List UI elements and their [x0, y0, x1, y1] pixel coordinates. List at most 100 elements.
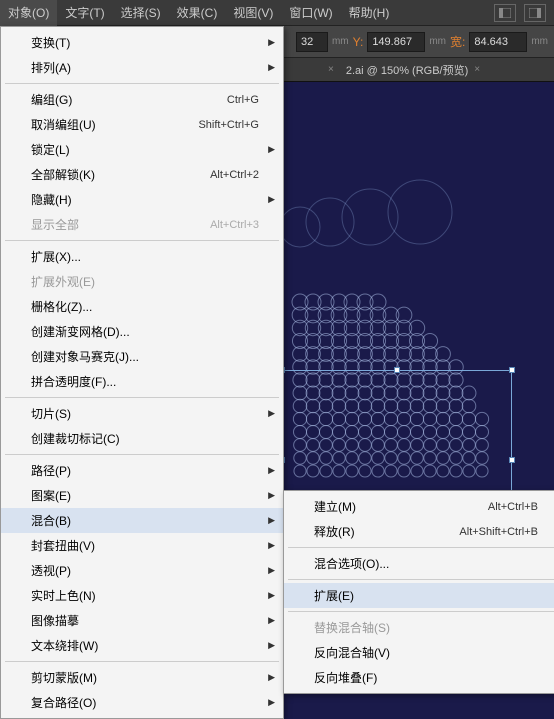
object-menu-item[interactable]: 栅格化(Z)... — [1, 294, 283, 319]
object-menu-item[interactable]: 路径(P)▶ — [1, 458, 283, 483]
submenu-arrow-icon: ▶ — [268, 515, 275, 526]
object-menu-item[interactable]: 创建裁切标记(C) — [1, 426, 283, 451]
object-menu-item[interactable]: 变换(T) ▶ — [1, 30, 283, 55]
menu-item-label: 栅格化(Z)... — [31, 298, 92, 315]
object-menu-item[interactable]: 隐藏(H) ▶ — [1, 187, 283, 212]
object-menu-dropdown: 变换(T)▶排列(A)▶编组(G)Ctrl+G取消编组(U)Shift+Ctrl… — [0, 26, 284, 719]
blend-submenu-item[interactable]: 反向混合轴(V) — [284, 640, 554, 665]
menu-item-label: 创建对象马赛克(J)... — [31, 348, 139, 365]
menu-item-label: 变换(T) — [31, 34, 70, 51]
menu-separator — [5, 240, 279, 241]
menu-window[interactable]: 窗口(W) — [281, 0, 340, 26]
object-menu-item[interactable]: 图案(E) ▶ — [1, 483, 283, 508]
menu-item-label: 图案(E) — [31, 487, 71, 504]
unit-label: mm — [332, 36, 349, 47]
menu-help[interactable]: 帮助(H) — [341, 0, 398, 26]
menu-item-label: 扩展外观(E) — [31, 273, 95, 290]
menu-item-label: 路径(P) — [31, 462, 71, 479]
menu-type[interactable]: 文字(T) — [57, 0, 112, 26]
submenu-arrow-icon: ▶ — [268, 615, 275, 626]
submenu-arrow-icon: ▶ — [268, 194, 275, 205]
object-menu-item[interactable]: 混合(B) ▶ — [1, 508, 283, 533]
blend-submenu-item[interactable]: 释放(R)Alt+Shift+Ctrl+B — [284, 519, 554, 544]
object-menu-item[interactable]: 拼合透明度(F)... — [1, 369, 283, 394]
menubar-icons — [494, 4, 554, 22]
y-input[interactable] — [367, 32, 425, 52]
menu-separator — [288, 579, 554, 580]
x-input[interactable] — [296, 32, 328, 52]
object-menu-item[interactable]: 创建渐变网格(D)... — [1, 319, 283, 344]
menu-separator — [5, 454, 279, 455]
object-menu-item[interactable]: 排列(A)▶ — [1, 55, 283, 80]
menu-separator — [5, 397, 279, 398]
y-label: Y: — [353, 35, 364, 49]
submenu-arrow-icon: ▶ — [268, 62, 275, 73]
menu-separator — [5, 83, 279, 84]
menu-item-label: 隐藏(H) — [31, 191, 72, 208]
submenu-arrow-icon: ▶ — [268, 144, 275, 155]
object-menu-item[interactable]: 封套扭曲(V)▶ — [1, 533, 283, 558]
menu-item-label: 全部解锁(K) — [31, 166, 95, 183]
menu-separator — [288, 611, 554, 612]
menu-item-label: 替换混合轴(S) — [314, 619, 390, 636]
layout-icon-2[interactable] — [524, 4, 546, 22]
menu-item-label: 创建渐变网格(D)... — [31, 323, 130, 340]
layout-icon-1[interactable] — [494, 4, 516, 22]
blend-submenu: 建立(M)Alt+Ctrl+B释放(R)Alt+Shift+Ctrl+B 混合选项… — [283, 490, 554, 694]
object-menu-item: 显示全部Alt+Ctrl+3 — [1, 212, 283, 237]
object-menu-item[interactable]: 实时上色(N) ▶ — [1, 583, 283, 608]
width-input[interactable] — [469, 32, 527, 52]
object-menu-item[interactable]: 扩展(X)... — [1, 244, 283, 269]
menu-item-label: 图像描摹 — [31, 612, 79, 629]
menubar: 对象(O) 文字(T) 选择(S) 效果(C) 视图(V) 窗口(W) 帮助(H… — [0, 0, 554, 26]
submenu-arrow-icon: ▶ — [268, 540, 275, 551]
menu-item-label: 反向混合轴(V) — [314, 644, 390, 661]
object-menu-item[interactable]: 创建对象马赛克(J)... — [1, 344, 283, 369]
object-menu-item[interactable]: 编组(G) Ctrl+G — [1, 87, 283, 112]
submenu-arrow-icon: ▶ — [268, 490, 275, 501]
menu-item-label: 创建裁切标记(C) — [31, 430, 120, 447]
menu-item-label: 扩展(X)... — [31, 248, 81, 265]
menu-effect[interactable]: 效果(C) — [169, 0, 226, 26]
menu-item-label: 取消编组(U) — [31, 116, 96, 133]
menu-item-label: 反向堆叠(F) — [314, 669, 377, 686]
menu-item-label: 拼合透明度(F)... — [31, 373, 116, 390]
object-menu-item[interactable]: 取消编组(U)Shift+Ctrl+G — [1, 112, 283, 137]
selection-handle[interactable] — [394, 367, 400, 373]
blend-submenu-item[interactable]: 反向堆叠(F) — [284, 665, 554, 690]
submenu-arrow-icon: ▶ — [268, 640, 275, 651]
menu-item-label: 编组(G) — [31, 91, 72, 108]
submenu-arrow-icon: ▶ — [268, 37, 275, 48]
unit-label: mm — [531, 36, 548, 47]
tab-title: 2.ai @ 150% (RGB/预览) — [346, 62, 468, 78]
menu-item-label: 混合选项(O)... — [314, 555, 389, 572]
object-menu-item[interactable]: 复合路径(O)▶ — [1, 690, 283, 715]
blend-submenu-item[interactable]: 扩展(E) — [284, 583, 554, 608]
menu-item-shortcut: Ctrl+G — [227, 94, 259, 106]
object-menu-item[interactable]: 全部解锁(K)Alt+Ctrl+2 — [1, 162, 283, 187]
menu-item-label: 混合(B) — [31, 512, 71, 529]
menu-select[interactable]: 选择(S) — [113, 0, 169, 26]
menu-item-label: 实时上色(N) — [31, 587, 96, 604]
menu-item-label: 释放(R) — [314, 523, 355, 540]
object-menu-item[interactable]: 文本绕排(W)▶ — [1, 633, 283, 658]
menu-item-shortcut: Alt+Ctrl+B — [488, 501, 538, 513]
menu-object[interactable]: 对象(O) — [0, 0, 57, 26]
object-menu-item[interactable]: 锁定(L)▶ — [1, 137, 283, 162]
selection-handle[interactable] — [509, 367, 515, 373]
object-menu-item[interactable]: 透视(P)▶ — [1, 558, 283, 583]
object-menu-item[interactable]: 切片(S)▶ — [1, 401, 283, 426]
unit-label: mm — [429, 36, 446, 47]
submenu-arrow-icon: ▶ — [268, 590, 275, 601]
blend-submenu-item: 替换混合轴(S) — [284, 615, 554, 640]
menu-item-shortcut: Alt+Ctrl+3 — [210, 219, 259, 231]
blend-submenu-item[interactable]: 建立(M)Alt+Ctrl+B — [284, 494, 554, 519]
selection-handle[interactable] — [509, 457, 515, 463]
object-menu-item[interactable]: 图像描摹 ▶ — [1, 608, 283, 633]
tab-close-icon[interactable]: × — [474, 64, 480, 75]
submenu-arrow-icon: ▶ — [268, 565, 275, 576]
blend-submenu-item[interactable]: 混合选项(O)... — [284, 551, 554, 576]
object-menu-item[interactable]: 剪切蒙版(M)▶ — [1, 665, 283, 690]
document-tab[interactable]: 2.ai @ 150% (RGB/预览) × — [334, 59, 492, 81]
menu-view[interactable]: 视图(V) — [225, 0, 281, 26]
